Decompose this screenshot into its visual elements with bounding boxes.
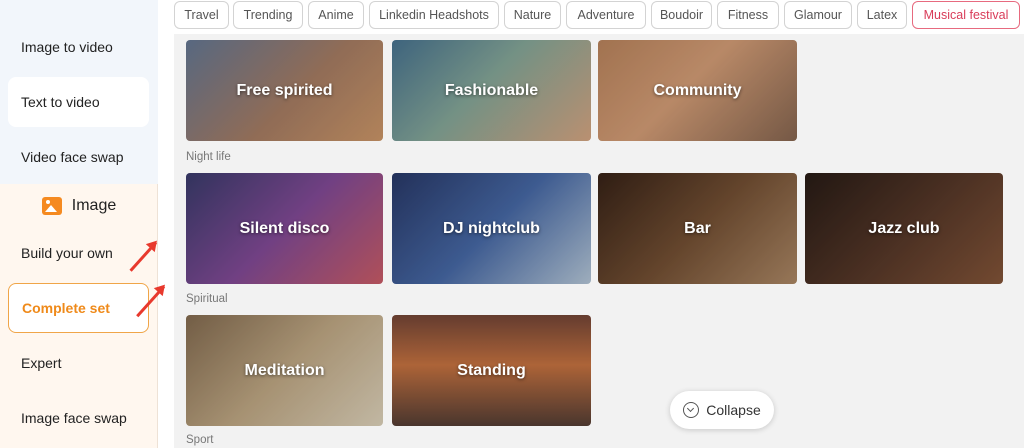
card-label: Silent disco bbox=[239, 219, 330, 237]
sidebar-item-label: Video face swap bbox=[21, 149, 124, 165]
collapse-button[interactable]: Collapse bbox=[670, 391, 774, 429]
image-icon bbox=[41, 197, 62, 215]
tag-fitness[interactable]: Fitness bbox=[717, 1, 779, 29]
sidebar-item-label: Expert bbox=[21, 355, 62, 371]
tag-nature[interactable]: Nature bbox=[504, 1, 561, 29]
sidebar-item-label: Text to video bbox=[21, 94, 100, 110]
collapse-label: Collapse bbox=[706, 402, 761, 418]
template-gallery: Free spirited Fashionable Community Nigh… bbox=[174, 34, 1024, 448]
sidebar-item-label: Image to video bbox=[21, 39, 113, 55]
template-card[interactable]: Bar bbox=[598, 173, 797, 284]
sidebar-item-build-your-own[interactable]: Build your own bbox=[8, 228, 149, 278]
section-label-sport: Sport bbox=[186, 434, 214, 446]
template-card[interactable]: DJ nightclub bbox=[392, 173, 591, 284]
template-card[interactable]: Silent disco bbox=[186, 173, 383, 284]
card-label: Standing bbox=[457, 361, 526, 379]
sidebar-section-label: Image bbox=[71, 197, 117, 214]
tag-glamour[interactable]: Glamour bbox=[784, 1, 852, 29]
template-card[interactable]: Free spirited bbox=[186, 40, 383, 141]
sidebar-item-text-to-video[interactable]: Text to video bbox=[8, 77, 149, 127]
sidebar-item-image-to-video[interactable]: Image to video bbox=[8, 22, 149, 72]
template-card[interactable]: Fashionable bbox=[392, 40, 591, 141]
tag-adventure[interactable]: Adventure bbox=[566, 1, 646, 29]
sidebar-item-label: Image face swap bbox=[21, 410, 127, 426]
sidebar-item-expert[interactable]: Expert bbox=[8, 338, 149, 388]
tag-travel[interactable]: Travel bbox=[174, 1, 229, 29]
card-label: Free spirited bbox=[236, 81, 333, 99]
card-label: Meditation bbox=[244, 361, 325, 379]
tag-latex[interactable]: Latex bbox=[857, 1, 907, 29]
template-card[interactable]: Meditation bbox=[186, 315, 383, 426]
card-label: Bar bbox=[684, 219, 711, 237]
sidebar-item-image-face-swap[interactable]: Image face swap bbox=[8, 393, 149, 443]
card-label: Jazz club bbox=[868, 219, 940, 237]
tag-linkedin-headshots[interactable]: Linkedin Headshots bbox=[369, 1, 499, 29]
tag-trending[interactable]: Trending bbox=[233, 1, 303, 29]
sidebar-item-label: Complete set bbox=[22, 300, 110, 316]
template-card[interactable]: Community bbox=[598, 40, 797, 141]
card-label: DJ nightclub bbox=[443, 219, 540, 237]
template-card[interactable]: Jazz club bbox=[805, 173, 1003, 284]
sidebar-section-image: Image bbox=[0, 186, 158, 226]
card-label: Fashionable bbox=[444, 81, 539, 99]
section-label-night-life: Night life bbox=[186, 151, 231, 163]
sidebar-item-label: Build your own bbox=[21, 245, 113, 261]
sidebar: Image to video Text to video Video face … bbox=[0, 0, 158, 448]
card-label: Community bbox=[653, 81, 742, 99]
chevron-down-circle-icon bbox=[683, 402, 700, 418]
tag-anime[interactable]: Anime bbox=[308, 1, 364, 29]
tag-musical-festival[interactable]: Musical festival bbox=[912, 1, 1020, 29]
tag-boudoir[interactable]: Boudoir bbox=[651, 1, 712, 29]
section-label-spiritual: Spiritual bbox=[186, 293, 228, 305]
sidebar-item-complete-set[interactable]: Complete set bbox=[8, 283, 149, 333]
template-card[interactable]: Standing bbox=[392, 315, 591, 426]
sidebar-item-video-face-swap[interactable]: Video face swap bbox=[8, 132, 149, 182]
